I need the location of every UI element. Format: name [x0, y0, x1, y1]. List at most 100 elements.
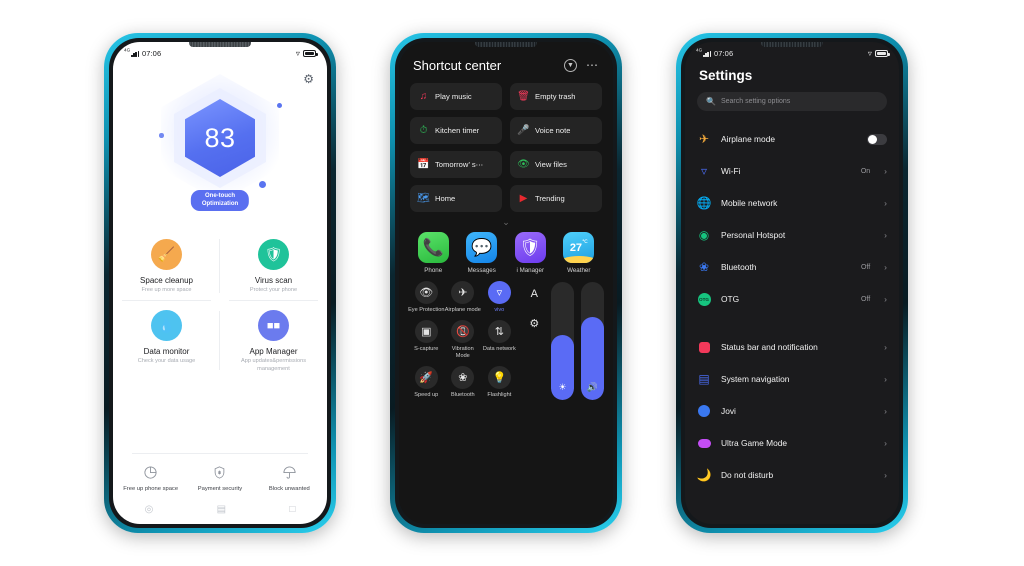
setting-do-not-disturb[interactable]: 🌙 Do not disturb ›	[685, 459, 899, 491]
feature-title: Virus scan	[254, 276, 293, 285]
toggle-s-capture[interactable]: ▣ S-capture	[408, 319, 445, 360]
tool-free-up-phone-space[interactable]: Free up phone space	[116, 462, 185, 494]
setting-bluetooth[interactable]: ❀ Bluetooth Off ›	[685, 251, 899, 283]
location-icon[interactable]: ◎	[145, 504, 154, 515]
toggle-airplane-mode[interactable]: ✈ Airplane mode	[445, 281, 482, 314]
setting-label: Do not disturb	[721, 470, 774, 480]
shortcut-voice-note[interactable]: 🎤 Voice note	[510, 117, 602, 144]
bluetooth-icon: ❀	[451, 365, 475, 389]
toggle-label: Speed up	[414, 391, 439, 398]
setting-value: On	[860, 167, 871, 175]
settings-gear-icon[interactable]: ⚙	[529, 312, 539, 335]
weather-unit: ℃	[582, 239, 588, 245]
navigation-icon: ▤	[698, 372, 710, 386]
status-right: ▿	[868, 49, 890, 58]
setting-label: Wi-Fi	[721, 166, 741, 176]
feature-subtitle: Protect your phone	[249, 287, 298, 293]
phone-shortcut-center: Shortcut center ▼ ⋯ ♫ Play music 🗑 Empty…	[390, 33, 622, 533]
files-eye-icon: 👁	[517, 158, 530, 170]
tools-row: Free up phone space Payment security Blo…	[113, 453, 327, 502]
setting-system-navigation[interactable]: ▤ System navigation ›	[685, 363, 899, 395]
feature-data-monitor[interactable]: 💧 Data monitor Check your data usage	[113, 301, 220, 380]
speaker-grille	[475, 42, 537, 47]
toggle-bluetooth[interactable]: ❀ Bluetooth	[445, 365, 482, 399]
toggle-flashlight[interactable]: 💡 Flashlight	[481, 365, 518, 399]
microphone-icon: 🎤	[517, 124, 530, 136]
search-input[interactable]: 🔍 Search setting options	[697, 92, 887, 111]
weather-temp: 27	[569, 241, 583, 254]
feature-virus-scan[interactable]: 🛡 Virus scan Protect your phone	[220, 230, 327, 302]
setting-label: Jovi	[721, 406, 736, 416]
signal-icon	[703, 50, 711, 57]
setting-status-bar-and-notification[interactable]: Status bar and notification ›	[685, 331, 899, 363]
setting-wifi[interactable]: ▿ Wi-Fi On ›	[685, 155, 899, 187]
shortcut-trending[interactable]: ▶ Trending	[510, 185, 602, 212]
status-left: 4G 07:06	[696, 48, 733, 58]
tool-payment-security[interactable]: Payment security	[185, 462, 254, 494]
shortcut-empty-trash[interactable]: 🗑 Empty trash	[510, 83, 602, 110]
chevron-right-icon: ›	[884, 438, 887, 448]
shortcut-view-files[interactable]: 👁 View files	[510, 151, 602, 178]
setting-personal-hotspot[interactable]: ◉ Personal Hotspot ›	[685, 219, 899, 251]
globe-icon: 🌐	[696, 196, 712, 210]
volume-slider[interactable]: 🔊	[581, 282, 604, 400]
manager-icon[interactable]: ▤	[217, 504, 226, 515]
chevron-down-icon[interactable]: ⌄	[399, 217, 613, 228]
page-title: Shortcut center	[413, 58, 502, 73]
app-label: Weather	[567, 267, 591, 274]
feature-space-cleanup[interactable]: 🧹 Space cleanup Free up more space	[113, 230, 220, 302]
toggle-speed-up[interactable]: 🚀 Speed up	[408, 365, 445, 399]
more-options-icon[interactable]: ⋯	[586, 59, 599, 71]
toggle-data-network[interactable]: ⇅ Data network	[481, 319, 518, 360]
setting-airplane-mode[interactable]: ✈ Airplane mode	[685, 123, 899, 155]
shortcut-tomorrow-schedule[interactable]: 📅 Tomorrow’ s⋯	[410, 151, 502, 178]
app-weather[interactable]: 27 ℃ Weather	[555, 232, 604, 274]
setting-jovi[interactable]: Jovi ›	[685, 395, 899, 427]
chevron-right-icon: ›	[884, 406, 887, 416]
bluetooth-icon: ❀	[698, 260, 710, 274]
status-left: 4G 07:06	[124, 48, 161, 58]
pie-chart-icon	[116, 462, 185, 482]
toggle-eye-protection[interactable]: 👁 Eye Protection	[408, 281, 445, 314]
tool-label: Block unwanted	[268, 486, 310, 493]
setting-otg[interactable]: OTG OTG Off ›	[685, 283, 899, 315]
tools-icon[interactable]: □	[289, 504, 295, 515]
phone2-bezel: Shortcut center ▼ ⋯ ♫ Play music 🗑 Empty…	[395, 38, 617, 528]
one-touch-optimization-button[interactable]: One-touch Optimization	[190, 190, 250, 211]
shortcut-center-header: Shortcut center ▼ ⋯	[399, 42, 613, 83]
phone2-screen: Shortcut center ▼ ⋯ ♫ Play music 🗑 Empty…	[399, 42, 613, 524]
airplane-mode-switch[interactable]	[867, 133, 887, 145]
app-phone[interactable]: 📞 Phone	[409, 232, 458, 274]
setting-label: Airplane mode	[721, 134, 776, 144]
chevron-right-icon: ›	[884, 262, 887, 272]
calendar-icon: 📅	[417, 158, 430, 170]
toggle-wifi[interactable]: ▿ vivo	[481, 281, 518, 314]
shortcut-play-music[interactable]: ♫ Play music	[410, 83, 502, 110]
shortcut-home[interactable]: 🗺 Home	[410, 185, 502, 212]
app-messages[interactable]: 💬 Messages	[458, 232, 507, 274]
setting-ultra-game-mode[interactable]: Ultra Game Mode ›	[685, 427, 899, 459]
setting-mobile-network[interactable]: 🌐 Mobile network ›	[685, 187, 899, 219]
feature-app-manager[interactable]: ■■ App Manager App updates&permissions m…	[220, 301, 327, 380]
setting-label: OTG	[721, 294, 740, 304]
toggle-label: Data network	[482, 345, 516, 352]
toggle-vibration-mode[interactable]: 📵 Vibration Mode	[445, 319, 482, 360]
setting-label: Status bar and notification	[721, 342, 818, 352]
decor-dot	[277, 103, 282, 108]
jovi-icon	[697, 404, 711, 418]
auto-brightness-icon[interactable]: A	[531, 282, 538, 305]
wifi-icon: ▿	[700, 164, 708, 178]
trash-icon: 🗑	[517, 90, 530, 102]
shortcut-kitchen-timer[interactable]: ⏱ Kitchen timer	[410, 117, 502, 144]
brightness-slider[interactable]: ☀	[551, 282, 574, 400]
chevron-right-icon: ›	[884, 198, 887, 208]
maps-icon: 🗺	[417, 192, 430, 204]
status-right: ▿	[296, 49, 318, 58]
app-row: 📞 Phone 💬 Messages 🛡 i Manager 27 ℃ Weat…	[399, 230, 613, 274]
three-phone-showcase: 4G 07:06 ▿ ⚙ 83 One-touch Optimization 🧹…	[0, 0, 1024, 566]
setting-label: Bluetooth	[721, 262, 757, 272]
app-imanager[interactable]: 🛡 i Manager	[506, 232, 555, 274]
tool-block-unwanted[interactable]: Block unwanted	[255, 462, 324, 494]
feature-grid: 🧹 Space cleanup Free up more space 🛡 Vir…	[113, 230, 327, 380]
chevron-down-circle-icon[interactable]: ▼	[564, 59, 577, 72]
